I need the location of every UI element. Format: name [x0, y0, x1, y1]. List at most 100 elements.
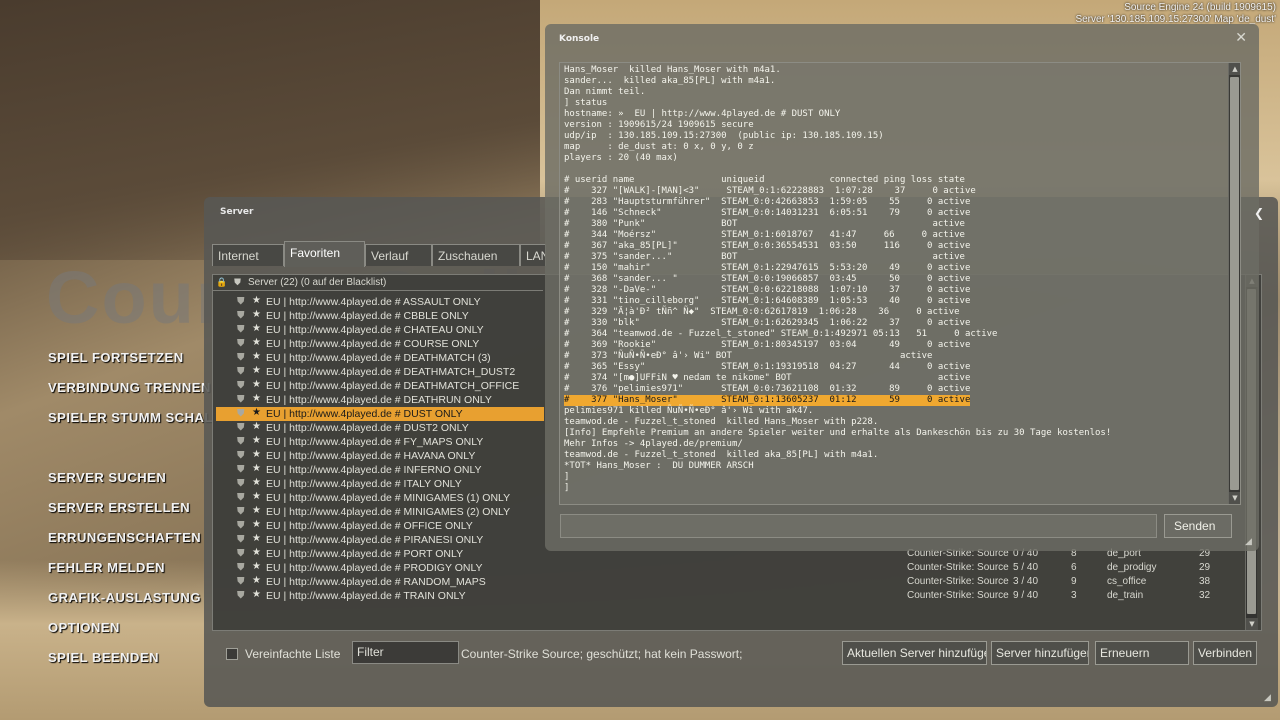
server-row[interactable]: ⛊ ★ EU | http://www.4played.de # CHATEAU O…: [216, 323, 544, 337]
star-icon: ★: [252, 519, 261, 530]
add-server-button[interactable]: Server hinzufügen: [991, 641, 1089, 665]
server-row[interactable]: ⛊ ★ EU | http://www.4played.de # MINIGAMES…: [216, 505, 544, 519]
console-line: udp/ip : 130.185.109.15:27300 (public ip…: [564, 131, 884, 141]
star-icon: ★: [252, 533, 261, 544]
menu-find-servers[interactable]: SERVER SUCHEN: [48, 470, 166, 485]
tab-internet[interactable]: Internet: [212, 244, 284, 266]
shield-icon: ⛊: [237, 464, 245, 475]
console-line: map : de_dust at: 0 x, 0 y, 0 z: [564, 142, 754, 152]
server-name: EU | http://www.4played.de # ITALY ONLY: [266, 478, 462, 490]
server-name: EU | http://www.4played.de # COURSE ONLY: [266, 338, 480, 350]
menu-quit-game[interactable]: SPIEL BEENDEN: [48, 650, 159, 665]
shield-column-icon[interactable]: ⛊: [232, 277, 243, 288]
server-name: EU | http://www.4played.de # CBBLE ONLY: [266, 310, 469, 322]
shield-icon: ⛊: [237, 422, 245, 433]
server-row[interactable]: ⛊ ★ EU | http://www.4played.de # MINIGAMES…: [216, 491, 544, 505]
server-row[interactable]: ⛊ ★ EU | http://www.4played.de # HAVANA ON…: [216, 449, 544, 463]
server-row[interactable]: ⛊ ★ EU | http://www.4played.de # RANDOM_MA…: [216, 575, 544, 589]
scroll-down-icon[interactable]: ▼: [1246, 618, 1258, 630]
console-line: sander... killed aka_85[PL] with m4a1.: [564, 76, 776, 86]
console-line: # 344 "Moérsz" STEAM_0:1:6018767 41:47 6…: [564, 230, 965, 240]
server-name: EU | http://www.4played.de # TRAIN ONLY: [266, 590, 466, 602]
console-line: # 374 "[m●]UFFiN ♥ nedam te nikome" BOT …: [564, 373, 971, 383]
console-scrollbar[interactable]: ▲ ▼: [1228, 63, 1240, 504]
shield-icon: ⛊: [237, 352, 245, 363]
connect-button[interactable]: Verbinden: [1193, 641, 1257, 665]
server-resize-grip-icon[interactable]: ◢: [1264, 693, 1274, 703]
console-line: # 283 "Hauptsturmführer" STEAM_0:0:42663…: [564, 197, 971, 207]
server-row[interactable]: ⛊ ★ EU | http://www.4played.de # DEATHRUN …: [216, 393, 544, 407]
console-line: # 331 "tino_cilleborg" STEAM_0:1:6460838…: [564, 296, 971, 306]
tab-spectate[interactable]: Zuschauen: [432, 244, 520, 266]
send-button[interactable]: Senden: [1164, 514, 1232, 538]
console-line: # 330 "blk" STEAM_0:1:62629345 1:06:22 3…: [564, 318, 971, 328]
shield-icon: ⛊: [237, 590, 245, 601]
server-row[interactable]: ⛊ ★ EU | http://www.4played.de # ASSAULT O…: [216, 295, 544, 309]
server-row[interactable]: ⛊ ★ EU | http://www.4played.de # ITALY ONL…: [216, 477, 544, 491]
menu-resume-game[interactable]: SPIEL FORTSETZEN: [48, 350, 184, 365]
server-name: EU | http://www.4played.de # DEATHMATCH_…: [266, 380, 520, 392]
server-row[interactable]: ⛊ ★ EU | http://www.4played.de # PIRANESI …: [216, 533, 544, 547]
console-scroll-up-icon[interactable]: ▲: [1229, 63, 1240, 75]
filter-button[interactable]: Filter: [352, 641, 459, 664]
server-detail-row[interactable]: Counter-Strike: Source 9 / 40 3 de_train 32: [907, 589, 1237, 603]
server-name: EU | http://www.4played.de # FY_MAPS ONL…: [266, 436, 484, 448]
detail-map: cs_office: [1107, 576, 1147, 587]
simple-list-checkbox[interactable]: [226, 648, 238, 660]
server-row[interactable]: ⛊ ★ EU | http://www.4played.de # PRODIGY O…: [216, 561, 544, 575]
menu-graphics-load[interactable]: GRAFIK-AUSLASTUNG: [48, 590, 201, 605]
menu-report-bug[interactable]: FEHLER MELDEN: [48, 560, 165, 575]
server-name: EU | http://www.4played.de # MINIGAMES (…: [266, 506, 511, 518]
chevron-left-icon[interactable]: ❮: [1254, 206, 1264, 220]
tab-lan[interactable]: LAN: [520, 244, 546, 266]
server-count-label[interactable]: Server (22) (0 auf der Blacklist): [248, 277, 386, 288]
shield-icon: ⛊: [237, 492, 245, 503]
detail-game: Counter-Strike: Source: [907, 590, 1009, 601]
server-row[interactable]: ⛊ ★ EU | http://www.4played.de # CBBLE ONL…: [216, 309, 544, 323]
server-row[interactable]: ⛊ ★ EU | http://www.4played.de # DUST ONLY: [216, 407, 544, 421]
menu-achievements[interactable]: ERRUNGENSCHAFTEN: [48, 530, 201, 545]
star-icon: ★: [252, 421, 261, 432]
menu-create-server[interactable]: SERVER ERSTELLEN: [48, 500, 190, 515]
console-command-input[interactable]: [560, 514, 1157, 538]
server-row[interactable]: ⛊ ★ EU | http://www.4played.de # FY_MAPS O…: [216, 435, 544, 449]
server-row[interactable]: ⛊ ★ EU | http://www.4played.de # OFFICE ON…: [216, 519, 544, 533]
menu-disconnect[interactable]: VERBINDUNG TRENNEN: [48, 380, 211, 395]
add-current-server-button[interactable]: Aktuellen Server hinzufügen: [842, 641, 987, 665]
server-row[interactable]: ⛊ ★ EU | http://www.4played.de # PORT ONLY: [216, 547, 544, 561]
tab-favorites[interactable]: Favoriten: [284, 241, 365, 267]
star-icon: ★: [252, 351, 261, 362]
server-row[interactable]: ⛊ ★ EU | http://www.4played.de # TRAIN ONL…: [216, 589, 544, 603]
console-scroll-down-icon[interactable]: ▼: [1229, 492, 1240, 504]
shield-icon: ⛊: [237, 562, 245, 573]
server-name: EU | http://www.4played.de # DEATHMATCH …: [266, 352, 491, 364]
shield-icon: ⛊: [237, 408, 245, 419]
shield-icon: ⛊: [237, 324, 245, 335]
server-row[interactable]: ⛊ ★ EU | http://www.4played.de # COURSE ON…: [216, 337, 544, 351]
console-scroll-thumb[interactable]: [1230, 77, 1239, 490]
refresh-button[interactable]: Erneuern: [1095, 641, 1189, 665]
server-detail-row[interactable]: Counter-Strike: Source 3 / 40 9 cs_office 38: [907, 575, 1237, 589]
tab-history[interactable]: Verlauf: [365, 244, 432, 266]
shield-icon: ⛊: [237, 380, 245, 391]
server-row[interactable]: ⛊ ★ EU | http://www.4played.de # DUST2 ONL…: [216, 421, 544, 435]
server-row[interactable]: ⛊ ★ EU | http://www.4played.de # DEATHMATC…: [216, 365, 544, 379]
shield-icon: ⛊: [237, 478, 245, 489]
star-icon: ★: [252, 337, 261, 348]
server-row[interactable]: ⛊ ★ EU | http://www.4played.de # INFERNO O…: [216, 463, 544, 477]
console-resize-grip-icon[interactable]: ◢: [1245, 537, 1255, 547]
lock-column-icon[interactable]: 🔒: [216, 277, 227, 288]
console-line: # 150 "mahir" STEAM_0:1:22947615 5:53:20…: [564, 263, 971, 273]
star-icon: ★: [252, 477, 261, 488]
console-line: # 380 "Punk" BOT active: [564, 219, 965, 229]
server-detail-row[interactable]: Counter-Strike: Source 5 / 40 6 de_prodigy 2…: [907, 561, 1237, 575]
console-line: # 377 "Hans_Moser" STEAM_0:1:13605237 01…: [564, 395, 971, 406]
server-name: EU | http://www.4played.de # DEATHMATCH_…: [266, 366, 516, 378]
server-row[interactable]: ⛊ ★ EU | http://www.4played.de # DEATHMATC…: [216, 351, 544, 365]
menu-options[interactable]: OPTIONEN: [48, 620, 120, 635]
simple-list-label: Vereinfachte Liste: [245, 647, 341, 661]
server-row[interactable]: ⛊ ★ EU | http://www.4played.de # DEATHMATC…: [216, 379, 544, 393]
server-name: EU | http://www.4played.de # PIRANESI ON…: [266, 534, 484, 546]
console-line: # 369 "Rookie" STEAM_0:1:80345197 03:04 …: [564, 340, 971, 350]
close-icon[interactable]: ✕: [1235, 30, 1247, 46]
